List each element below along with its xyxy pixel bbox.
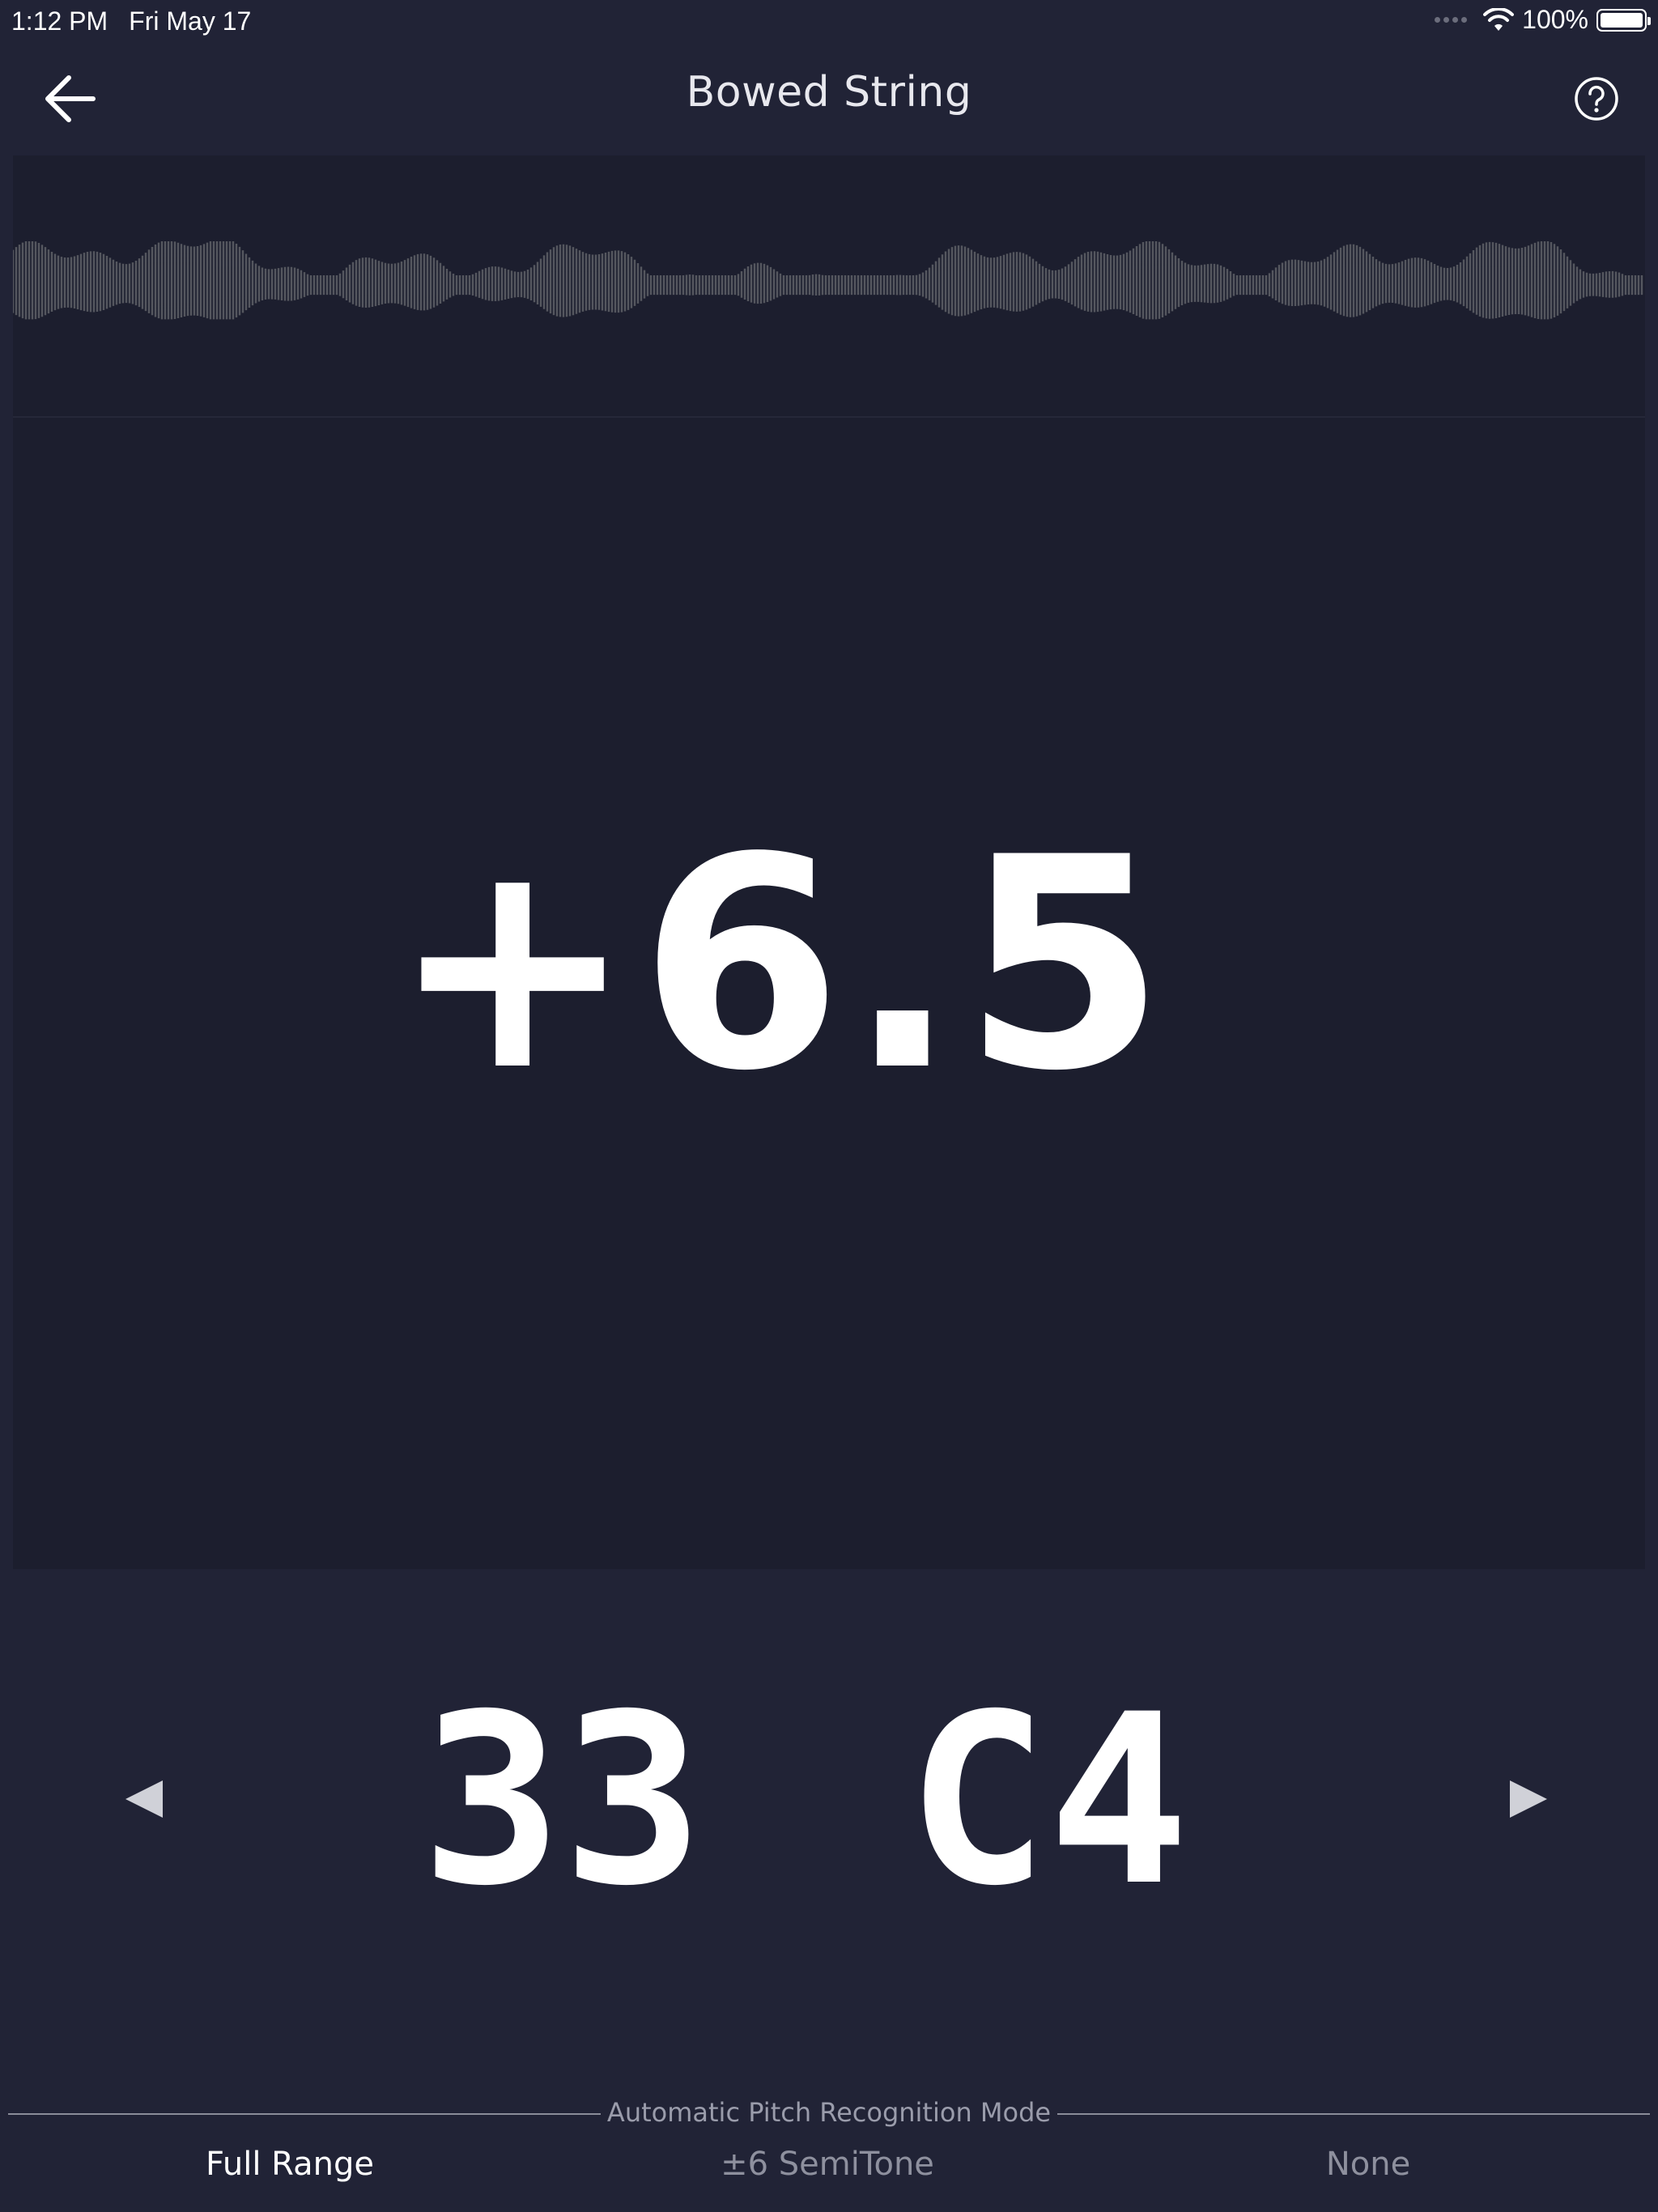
wifi-icon	[1483, 7, 1515, 31]
mode-option-full-range[interactable]: Full Range	[206, 2146, 374, 2183]
note-row: 33 C4	[0, 1684, 1658, 1919]
pitch-recognition-mode: Automatic Pitch Recognition Mode Full Ra…	[0, 2089, 1658, 2212]
battery-fill	[1601, 12, 1643, 28]
waveform-path	[13, 241, 1643, 320]
mode-label: Automatic Pitch Recognition Mode	[0, 2097, 1658, 2128]
help-button[interactable]	[1572, 74, 1621, 123]
cents-offset-display: +6.5	[390, 795, 1171, 1134]
question-circle-icon	[1575, 77, 1618, 121]
mode-option-semitone[interactable]: ±6 SemiTone	[721, 2146, 934, 2183]
note-name: C4	[907, 1665, 1190, 1938]
battery-icon	[1596, 8, 1651, 32]
status-bar: 1:12 PM Fri May 17 100%	[0, 0, 1658, 42]
page-title: Bowed String	[686, 68, 972, 117]
previous-note-button[interactable]	[120, 1775, 168, 1823]
status-time: 1:12 PM	[11, 6, 108, 36]
battery-percent: 100%	[1522, 5, 1588, 34]
header: Bowed String	[0, 42, 1658, 155]
status-date: Fri May 17	[129, 6, 252, 36]
mode-option-none[interactable]: None	[1326, 2146, 1410, 2183]
triangle-right-icon	[1510, 1780, 1547, 1818]
waveform-area	[13, 155, 1645, 418]
status-right: 100%	[1435, 5, 1651, 35]
mode-options: Full Range ±6 SemiTone None	[0, 2146, 1658, 2202]
triangle-left-icon	[125, 1780, 163, 1818]
cellular-signal-icon	[1435, 17, 1468, 23]
audio-waveform	[13, 241, 1643, 320]
mode-label-text: Automatic Pitch Recognition Mode	[600, 2097, 1058, 2128]
tuner-panel: +6.5	[13, 155, 1645, 1569]
status-left: 1:12 PM Fri May 17	[11, 6, 251, 36]
next-note-button[interactable]	[1504, 1775, 1553, 1823]
note-number: 33	[421, 1665, 704, 1938]
